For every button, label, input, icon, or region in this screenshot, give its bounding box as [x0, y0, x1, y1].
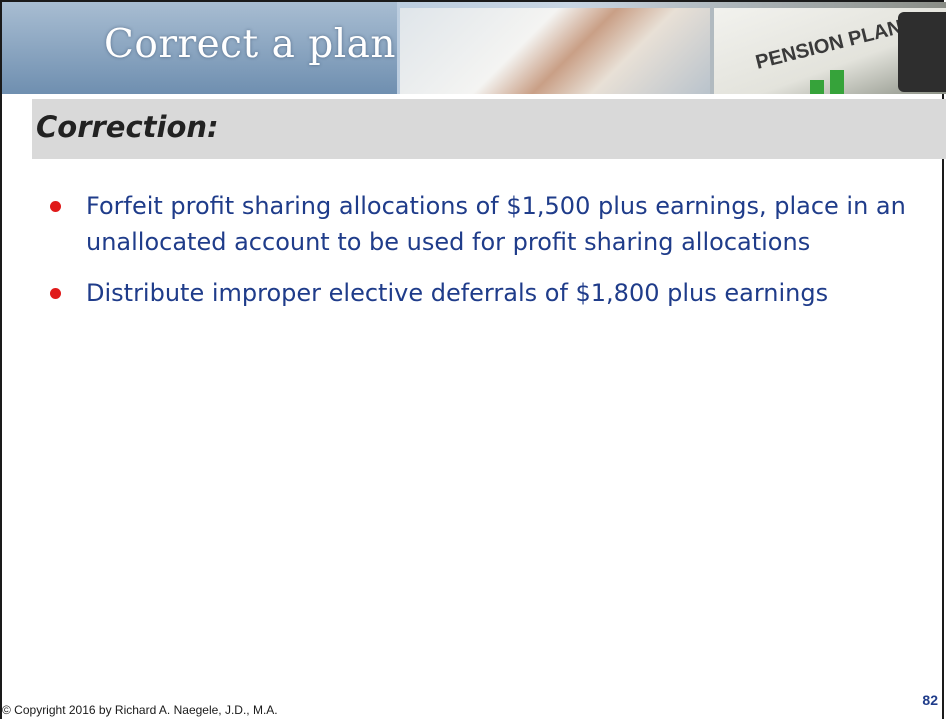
pension-plan-photo: PENSION PLAN	[714, 8, 946, 94]
copyright-notice: © Copyright 2016 by Richard A. Naegele, …	[2, 703, 278, 717]
chart-bar-icon	[810, 80, 824, 94]
bullet-item: Forfeit profit sharing allocations of $1…	[50, 188, 940, 260]
banner-title: Correct a plan	[104, 22, 397, 67]
bullet-list: Forfeit profit sharing allocations of $1…	[50, 188, 940, 326]
page-number: 82	[922, 692, 938, 708]
slide: Correct a plan PENSION PLAN Correction: …	[0, 0, 946, 719]
calculator-icon	[898, 12, 946, 92]
header-banner: Correct a plan PENSION PLAN	[2, 2, 946, 94]
section-title: Correction:	[36, 110, 219, 144]
bullet-item: Distribute improper elective deferrals o…	[50, 275, 940, 311]
bullet-text: Forfeit profit sharing allocations of $1…	[86, 192, 906, 256]
bullet-text: Distribute improper elective deferrals o…	[86, 279, 829, 307]
pension-plan-caption: PENSION PLAN	[753, 16, 905, 74]
hands-paperwork-photo	[400, 8, 710, 94]
bullet-dot-icon	[50, 201, 61, 212]
bullet-dot-icon	[50, 288, 61, 299]
chart-bar-icon	[830, 70, 844, 94]
